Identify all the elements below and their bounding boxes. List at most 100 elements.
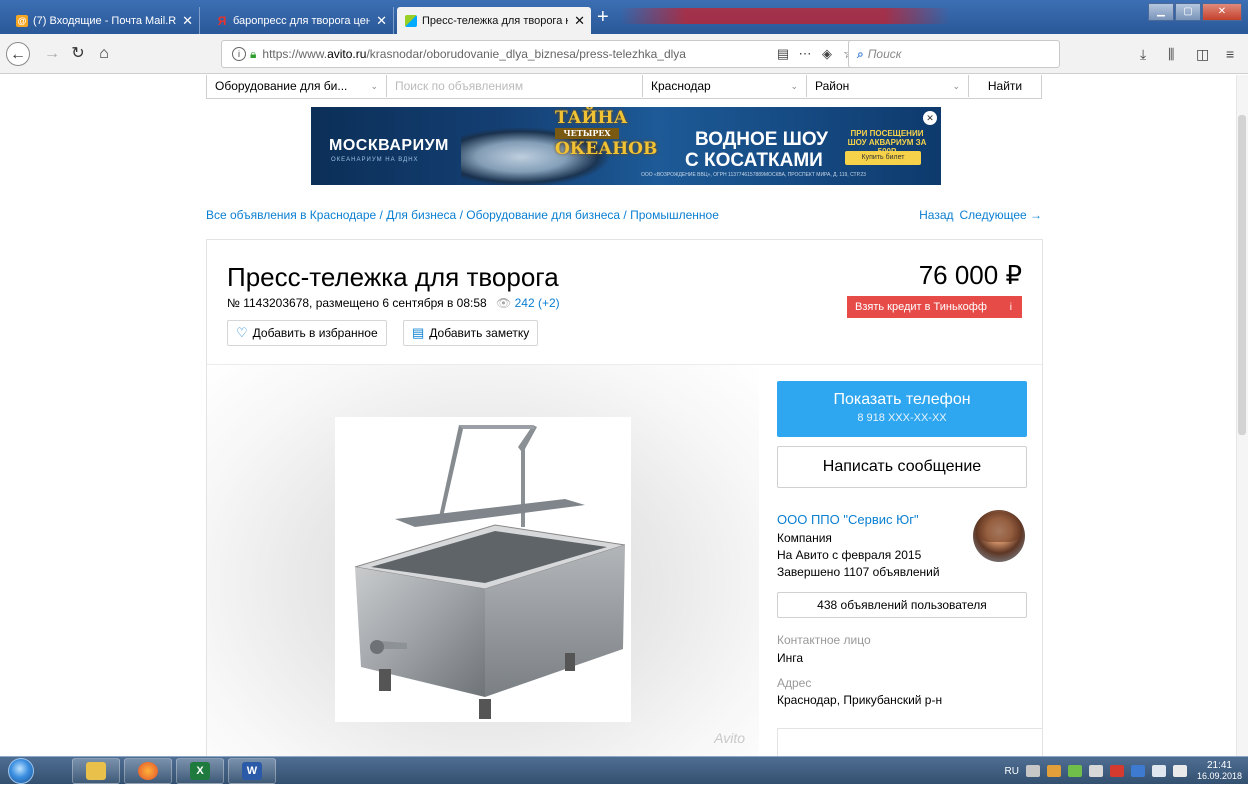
window-controls: ▁ ▢ ✕ [1147,3,1242,21]
tab-close-icon[interactable]: ✕ [574,13,585,29]
product-photo[interactable] [335,417,631,722]
find-button[interactable]: Найти [969,75,1041,97]
sidebar-next-block [777,728,1043,756]
info-icon: i [1009,301,1012,313]
banner-headline-1: ВОДНОЕ ШОУ [695,129,828,150]
seller-name-link[interactable]: ООО ППО "Сервис Юг" [777,512,919,527]
district-select[interactable]: Район ⌄ [807,75,969,97]
start-button[interactable] [8,758,34,784]
breadcrumb-link[interactable]: Промышленное [630,208,719,222]
mail-favicon-icon: @ [16,14,28,27]
photo-gallery[interactable]: Avito [207,365,759,756]
tab-yandex[interactable]: Я баропресс для творога цена - ✕ [208,7,394,34]
seller-type: Компания [777,531,832,545]
tray-app-icon[interactable] [1067,765,1082,777]
excel-taskbar-button[interactable]: X [176,758,224,784]
library-icon[interactable]: ⫼ [1168,46,1174,63]
page-content: Оборудование для би... ⌄ Поиск по объявле… [0,75,1248,756]
breadcrumb-link[interactable]: Для бизнеса [386,208,456,222]
excel-icon: X [190,762,210,780]
word-icon: W [242,762,262,780]
listing-pagination: Назад Следующее → [913,208,1042,222]
tab-bar-decoration [620,8,950,24]
search-filter-bar: Оборудование для би... ⌄ Поиск по объявле… [206,75,1042,99]
tray-app-icon[interactable] [1130,765,1145,777]
breadcrumb: Все объявления в Краснодаре / Для бизнес… [206,208,719,222]
reader-view-icon[interactable]: ▤ [772,46,794,62]
scrollbar-thumb[interactable] [1238,115,1246,435]
page-scrollbar[interactable] [1236,75,1248,756]
user-ads-button[interactable]: 438 объявлений пользователя [777,592,1027,618]
next-link[interactable]: Следующее → [960,208,1043,222]
chevron-down-icon: ⌄ [370,80,378,91]
banner-headline-2: С КОСАТКАМИ [685,150,823,171]
browser-nav-bar: ← → ↻ ⌂ i 🔒︎ https://www.avito.ru/krasno… [0,34,1248,74]
breadcrumb-link[interactable]: Оборудование для бизнеса [466,208,620,222]
add-note-button[interactable]: ▤ Добавить заметку [403,320,539,346]
word-taskbar-button[interactable]: W [228,758,276,784]
sidebar-icon[interactable]: ◫ [1196,46,1209,63]
network-icon[interactable] [1151,765,1166,777]
ad-banner[interactable]: МОСКВАРИУМ ОКЕАНАРИУМ НА ВДНХ ТАЙНА ЧЕТЫ… [311,107,941,185]
press-cart-image [354,425,626,719]
language-indicator[interactable]: RU [1005,766,1019,777]
tray-app-icon[interactable] [1025,765,1040,777]
menu-icon[interactable]: ≡ [1226,46,1234,62]
tab-mail[interactable]: @ (7) Входящие - Почта Mail.Ru ✕ [8,7,200,34]
chevron-down-icon: ⌄ [790,80,798,91]
views-count[interactable]: 👁︎ 242 (+2) [496,296,560,310]
tray-app-icon[interactable] [1109,765,1124,777]
write-message-button[interactable]: Написать сообщение [777,446,1027,488]
maximize-button[interactable]: ▢ [1175,3,1201,21]
address-label: Адрес [777,676,812,690]
clock[interactable]: 21:41 16.09.2018 [1197,760,1242,782]
pocket-icon[interactable]: ◈ [816,46,838,62]
seller-completed: Завершено 1107 объявлений [777,565,940,579]
info-icon[interactable]: i [232,47,246,61]
tray-arrow-icon[interactable] [1088,765,1103,777]
show-phone-button[interactable]: Показать телефон 8 918 XXX-XX-XX [777,381,1027,437]
page-actions-icon[interactable]: ⋯ [794,46,816,62]
seller-since: На Авито с февраля 2015 [777,548,922,562]
tray-app-icon[interactable] [1046,765,1061,777]
banner-title: ТАЙНА ЧЕТЫРЕХ ОКЕАНОВ [555,108,658,159]
firefox-taskbar-button[interactable] [124,758,172,784]
folder-icon [86,762,106,780]
listing-title: Пресс-тележка для творога [227,262,559,292]
avatar[interactable] [973,510,1025,562]
credit-button[interactable]: Взять кредит в Тинькофф i [847,296,1022,318]
listing-card: Пресс-тележка для творога № 1143203678, … [206,239,1043,756]
browser-tab-bar: @ (7) Входящие - Почта Mail.Ru ✕ Я бароп… [0,0,1248,34]
address-bar[interactable]: i 🔒︎ https://www.avito.ru/krasnodar/obor… [221,40,861,68]
listing-price: 76 000 ₽ [918,260,1022,290]
note-icon: ▤ [412,325,425,340]
close-window-button[interactable]: ✕ [1202,3,1242,21]
tab-avito[interactable]: Пресс-тележка для творога к ✕ [397,7,591,34]
tab-close-icon[interactable]: ✕ [182,13,193,29]
banner-buy-button[interactable]: Купить билет [845,151,921,165]
home-icon[interactable]: ⌂ [92,42,116,66]
downloads-icon[interactable]: ⤓ [1140,46,1146,63]
url-text[interactable]: https://www.avito.ru/krasnodar/oborudova… [262,47,772,61]
tab-close-icon[interactable]: ✕ [376,13,387,29]
eye-icon: 👁︎ [496,296,512,310]
reload-icon[interactable]: ↻ [66,42,90,66]
city-select[interactable]: Краснодар ⌄ [643,75,807,97]
back-icon[interactable]: ← [6,42,30,66]
banner-close-icon[interactable]: ✕ [923,111,937,125]
banner-legal: ООО «ВОЗРОЖДЕНИЕ ВВЦ», ОГРН 113774615788… [641,172,866,178]
forward-icon[interactable]: → [40,42,64,66]
heart-icon: ♡ [236,325,248,340]
breadcrumb-link[interactable]: Все объявления в Краснодаре [206,208,376,222]
minimize-button[interactable]: ▁ [1148,3,1174,21]
new-tab-button[interactable]: + [597,7,609,27]
browser-search-input[interactable]: ⌕ Поиск [848,40,1060,68]
add-to-favorites-button[interactable]: ♡ Добавить в избранное [227,320,387,346]
avito-favicon-icon [405,14,417,27]
back-link[interactable]: Назад [919,208,953,222]
category-select[interactable]: Оборудование для би... ⌄ [207,75,387,97]
listing-search-input[interactable]: Поиск по объявлениям [387,75,643,97]
explorer-taskbar-button[interactable] [72,758,120,784]
watermark: Avito [714,730,745,746]
volume-icon[interactable] [1172,765,1187,777]
